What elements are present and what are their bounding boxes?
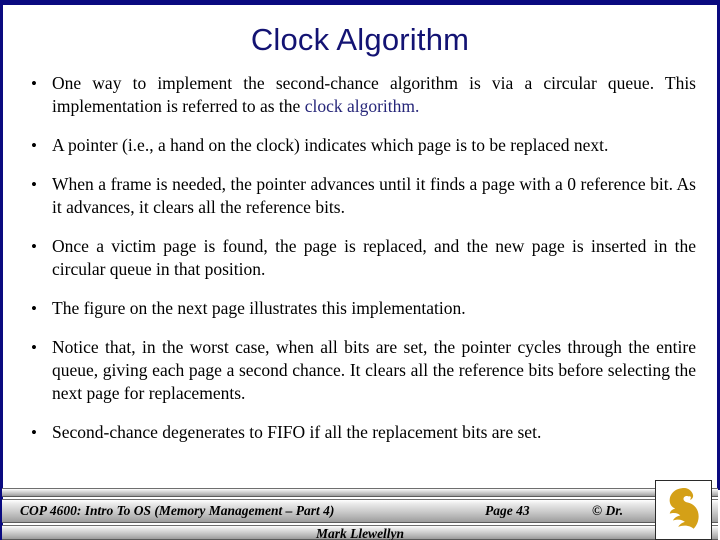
bullet-marker-icon: • — [31, 136, 37, 155]
footer-bar-top — [2, 488, 718, 497]
bullet-text-1-highlight: clock algorithm. — [304, 96, 420, 116]
bullet-item-3: • When a frame is needed, the pointer ad… — [24, 173, 696, 219]
slide-footer: COP 4600: Intro To OS (Memory Management… — [0, 480, 720, 540]
bullet-text-6: Notice that, in the worst case, when all… — [52, 337, 696, 403]
bullet-text-7: Second-chance degenerates to FIFO if all… — [52, 422, 542, 442]
ucf-pegasus-logo-icon — [655, 480, 712, 540]
bullet-marker-icon: • — [31, 237, 37, 256]
bullet-item-5: • The figure on the next page illustrate… — [24, 297, 696, 320]
bullet-item-7: • Second-chance degenerates to FIFO if a… — [24, 421, 696, 444]
bullet-marker-icon: • — [31, 74, 37, 93]
bullet-item-1: • One way to implement the second-chance… — [24, 72, 696, 118]
bullet-marker-icon: • — [31, 423, 37, 442]
bullet-marker-icon: • — [31, 338, 37, 357]
footer-course-label: COP 4600: Intro To OS (Memory Management… — [20, 503, 335, 518]
slide-title: Clock Algorithm — [250, 22, 470, 57]
footer-line-1: COP 4600: Intro To OS (Memory Management… — [2, 501, 718, 521]
footer-copyright-label: © Dr. — [592, 503, 624, 518]
presentation-slide: Clock Algorithm • One way to implement t… — [0, 0, 720, 540]
bullet-text-1: One way to implement the second-chance a… — [52, 72, 696, 118]
bullet-marker-icon: • — [31, 299, 37, 318]
slide-border-top — [0, 0, 720, 5]
footer-page-number: Page 43 — [485, 503, 530, 518]
bullet-text-3: When a frame is needed, the pointer adva… — [52, 174, 696, 217]
bullet-item-2: • A pointer (i.e., a hand on the clock) … — [24, 134, 696, 157]
bullet-text-2: A pointer (i.e., a hand on the clock) in… — [52, 135, 609, 155]
bullet-text-4: Once a victim page is found, the page is… — [52, 236, 696, 279]
footer-author-label: Mark Llewellyn — [315, 526, 405, 540]
bullet-item-4: • Once a victim page is found, the page … — [24, 235, 696, 281]
bullet-marker-icon: • — [31, 175, 37, 194]
bullet-item-6: • Notice that, in the worst case, when a… — [24, 336, 696, 405]
bullet-text-5: The figure on the next page illustrates … — [52, 298, 466, 318]
slide-border-left — [0, 0, 3, 540]
slide-body: • One way to implement the second-chance… — [24, 72, 696, 460]
